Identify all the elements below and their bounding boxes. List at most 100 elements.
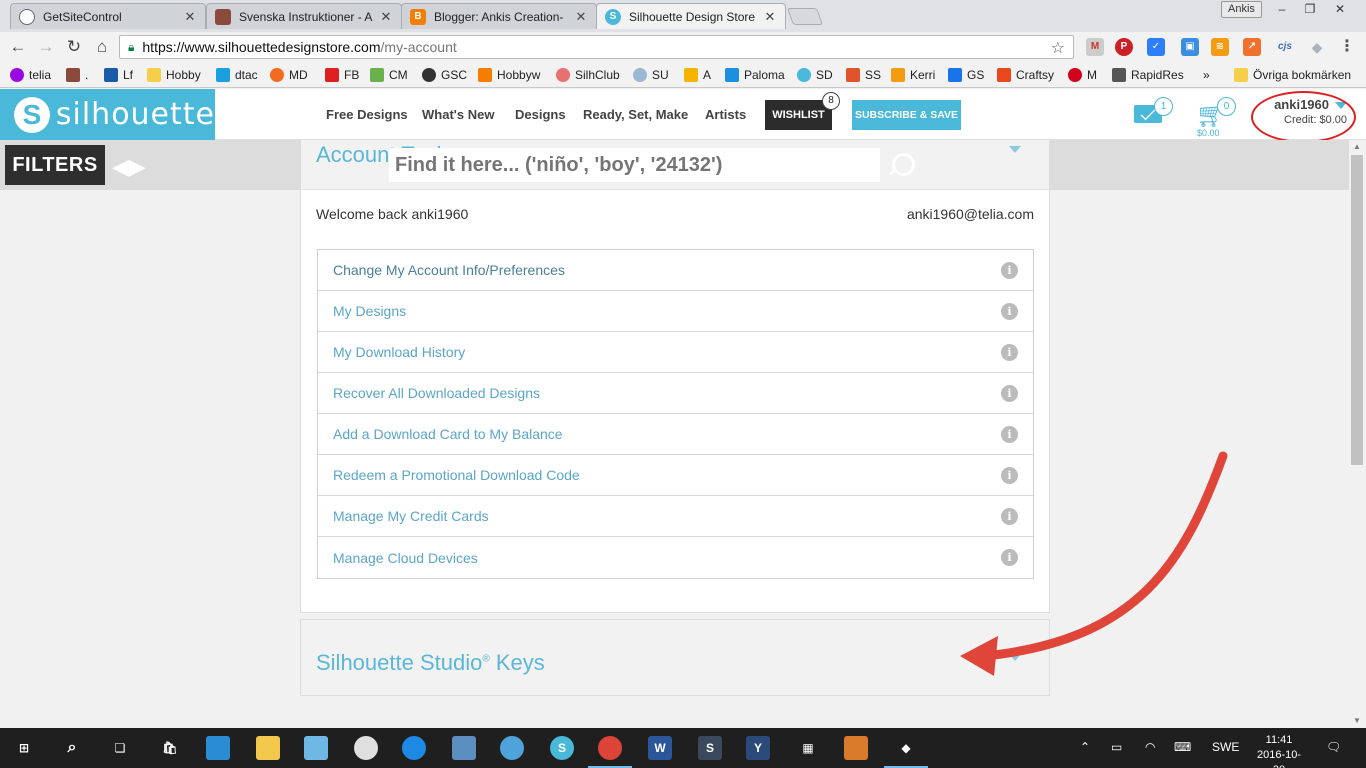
- bookmark-sd[interactable]: SD: [797, 66, 833, 84]
- nav-whats-new[interactable]: What's New: [422, 107, 494, 122]
- tab-svenska-instruktioner[interactable]: Svenska Instruktioner - A ✕: [206, 3, 402, 29]
- tab-silhouette-design-store[interactable]: S Silhouette Design Store - ✕: [596, 3, 786, 29]
- new-tab-button[interactable]: [786, 8, 824, 25]
- home-icon[interactable]: ⌂: [92, 37, 112, 57]
- menu-item-download-history[interactable]: My Download History i: [318, 332, 1033, 373]
- info-icon[interactable]: i: [1001, 384, 1018, 402]
- close-icon[interactable]: ✕: [574, 9, 588, 25]
- menu-item-change-account-info[interactable]: Change My Account Info/Preferences i: [318, 250, 1033, 291]
- menu-item-add-download-card[interactable]: Add a Download Card to My Balance i: [318, 414, 1033, 455]
- bookmark-a[interactable]: A: [684, 66, 711, 84]
- gmail-icon[interactable]: M: [1086, 38, 1104, 56]
- other-bookmarks-folder[interactable]: Övriga bokmärken: [1234, 66, 1351, 84]
- filter-toggle-arrows-icon[interactable]: ◀▶: [112, 154, 146, 180]
- info-icon[interactable]: i: [1001, 302, 1018, 320]
- cjs-icon[interactable]: cjs: [1273, 38, 1297, 56]
- silhouette-app-icon[interactable]: S: [698, 736, 722, 760]
- nav-free-designs[interactable]: Free Designs: [326, 107, 408, 122]
- search-taskbar-icon[interactable]: ⌕: [60, 736, 84, 760]
- picasa-icon[interactable]: [354, 736, 378, 760]
- profile-button[interactable]: Ankis: [1221, 1, 1262, 18]
- keyboard-icon[interactable]: ⌨: [1174, 740, 1191, 754]
- menu-item-manage-cloud-devices[interactable]: Manage Cloud Devices i: [318, 537, 1033, 578]
- bookmark-kerri[interactable]: Kerri: [891, 66, 935, 84]
- check-icon[interactable]: ✓: [1147, 38, 1165, 56]
- minimize-icon[interactable]: –: [1268, 1, 1296, 18]
- window-icon[interactable]: ▣: [1181, 38, 1199, 56]
- menu-item-manage-credit-cards[interactable]: Manage My Credit Cards i: [318, 496, 1033, 537]
- tray-expand-icon[interactable]: ⌃: [1080, 740, 1090, 754]
- dropbox-taskbar-icon[interactable]: ◆: [894, 736, 918, 760]
- subscribe-save-button[interactable]: SUBSCRIBE & SAVE: [852, 100, 961, 130]
- store-icon[interactable]: 🛍︎: [158, 736, 182, 760]
- back-icon[interactable]: ←: [8, 37, 28, 57]
- menu-item-my-designs[interactable]: My Designs i: [318, 291, 1033, 332]
- language-indicator[interactable]: SWE: [1212, 740, 1239, 754]
- rss-icon[interactable]: ≋: [1211, 38, 1229, 56]
- scroll-down-icon[interactable]: ▼: [1353, 716, 1361, 725]
- bookmark-telia[interactable]: telia: [10, 66, 51, 84]
- system-clock[interactable]: 11:41 2016-10-30: [1254, 733, 1304, 768]
- feather-app-icon[interactable]: [500, 736, 524, 760]
- bookmark-lf[interactable]: Lf: [104, 66, 133, 84]
- cube-app-icon[interactable]: [452, 736, 476, 760]
- bookmark-hobbyw[interactable]: Hobbyw: [478, 66, 540, 84]
- bookmark-gs[interactable]: GS: [948, 66, 984, 84]
- tab-getsitecontrol[interactable]: GetSiteControl ✕: [10, 3, 206, 29]
- chrome-icon[interactable]: [598, 736, 622, 760]
- nav-ready-set-make[interactable]: Ready, Set, Make: [583, 107, 688, 122]
- chart-icon[interactable]: ↗: [1243, 38, 1261, 56]
- info-icon[interactable]: i: [1001, 261, 1018, 279]
- dropbox-icon[interactable]: ◆: [1308, 38, 1326, 56]
- restore-icon[interactable]: ❐: [1296, 1, 1324, 18]
- menu-item-redeem-promo-code[interactable]: Redeem a Promotional Download Code i: [318, 455, 1033, 496]
- battery-icon[interactable]: ▭: [1111, 740, 1122, 754]
- thunderbird-icon[interactable]: [402, 736, 426, 760]
- scrollbar-thumb[interactable]: [1351, 155, 1363, 465]
- bookmark-silhclub[interactable]: SilhClub: [556, 66, 620, 84]
- yahoo-app-icon[interactable]: Y: [746, 736, 770, 760]
- address-bar[interactable]: 🔒︎ https://www.silhouettedesignstore.com…: [119, 35, 1074, 59]
- bookmark-dtac[interactable]: dtac: [216, 66, 258, 84]
- word-icon[interactable]: W: [648, 736, 672, 760]
- pinterest-icon[interactable]: P: [1115, 38, 1133, 56]
- forward-icon[interactable]: →: [36, 37, 56, 57]
- bookmarks-overflow-button[interactable]: »: [1203, 66, 1210, 84]
- nav-designs[interactable]: Designs: [515, 107, 566, 122]
- reload-icon[interactable]: ↻: [64, 37, 84, 57]
- silhouette-studio-icon[interactable]: S: [550, 736, 574, 760]
- close-icon[interactable]: ✕: [763, 9, 777, 25]
- bookmark-su[interactable]: SU: [633, 66, 669, 84]
- windows-start-icon[interactable]: ⊞: [12, 736, 36, 760]
- menu-icon[interactable]: ⋮: [1338, 38, 1356, 56]
- notes-app-icon[interactable]: [304, 736, 328, 760]
- close-icon[interactable]: ✕: [379, 9, 393, 25]
- task-view-icon[interactable]: ❏: [108, 736, 132, 760]
- wifi-icon[interactable]: ◠: [1145, 740, 1155, 754]
- search-input[interactable]: [389, 148, 880, 182]
- control-panel-icon[interactable]: [206, 736, 230, 760]
- calculator-icon[interactable]: ▦: [796, 736, 820, 760]
- bookmark-rapidres[interactable]: RapidRes: [1112, 66, 1184, 84]
- close-window-icon[interactable]: ✕: [1326, 1, 1354, 18]
- bookmark-paloma[interactable]: Paloma: [725, 66, 785, 84]
- studio-keys-card[interactable]: Silhouette Studio® Keys: [300, 619, 1050, 696]
- silhouette-logo[interactable]: S silhouette: [0, 89, 215, 140]
- bookmark-gsc[interactable]: GSC: [422, 66, 467, 84]
- nav-artists[interactable]: Artists: [705, 107, 746, 122]
- notifications-icon[interactable]: 🗨︎: [1326, 740, 1341, 754]
- bookmark-dot[interactable]: .: [66, 66, 88, 84]
- info-icon[interactable]: i: [1001, 343, 1018, 361]
- search-icon[interactable]: [886, 151, 915, 179]
- bookmark-cm[interactable]: CM: [370, 66, 408, 84]
- file-explorer-icon[interactable]: [256, 736, 280, 760]
- bookmark-fb[interactable]: FB: [325, 66, 359, 84]
- bookmark-m[interactable]: M: [1068, 66, 1097, 84]
- photo-app-icon[interactable]: [844, 736, 868, 760]
- tab-blogger[interactable]: B Blogger: Ankis Creation- ✕: [401, 3, 597, 29]
- filters-button[interactable]: FILTERS: [5, 145, 105, 185]
- close-icon[interactable]: ✕: [183, 9, 197, 25]
- menu-item-recover-downloads[interactable]: Recover All Downloaded Designs i: [318, 373, 1033, 414]
- bookmark-md[interactable]: MD: [270, 66, 308, 84]
- bookmark-hobby[interactable]: Hobby: [147, 66, 201, 84]
